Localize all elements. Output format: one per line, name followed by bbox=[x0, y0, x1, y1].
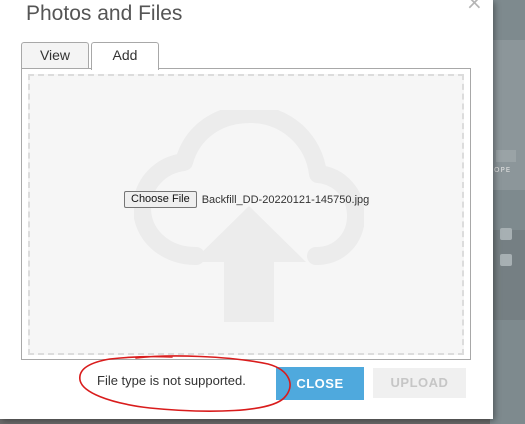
tab-view[interactable]: View bbox=[21, 42, 89, 69]
tab-panel-add: Choose File Backfill_DD-20220121-145750.… bbox=[21, 68, 471, 360]
map-area bbox=[496, 150, 516, 162]
map-background bbox=[490, 0, 525, 424]
map-label: OPE bbox=[494, 166, 512, 174]
dialog-title: Photos and Files bbox=[26, 2, 183, 25]
choose-file-button[interactable]: Choose File bbox=[124, 191, 197, 208]
close-icon[interactable]: × bbox=[466, 0, 483, 14]
error-message: File type is not supported. bbox=[97, 373, 246, 388]
upload-button[interactable]: UPLOAD bbox=[373, 368, 466, 398]
selected-file-name: Backfill_DD-20220121-145750.jpg bbox=[201, 193, 370, 206]
tab-add[interactable]: Add bbox=[91, 42, 159, 70]
photos-files-dialog: Photos and Files × View Add Choose File … bbox=[0, 0, 493, 419]
map-control-icon[interactable] bbox=[500, 228, 512, 240]
close-button[interactable]: CLOSE bbox=[276, 367, 364, 400]
file-input-row: Choose File Backfill_DD-20220121-145750.… bbox=[124, 191, 369, 208]
cloud-upload-icon bbox=[134, 110, 364, 322]
file-dropzone[interactable]: Choose File Backfill_DD-20220121-145750.… bbox=[28, 74, 464, 355]
map-area bbox=[490, 230, 525, 320]
map-control-icon[interactable] bbox=[500, 254, 512, 266]
